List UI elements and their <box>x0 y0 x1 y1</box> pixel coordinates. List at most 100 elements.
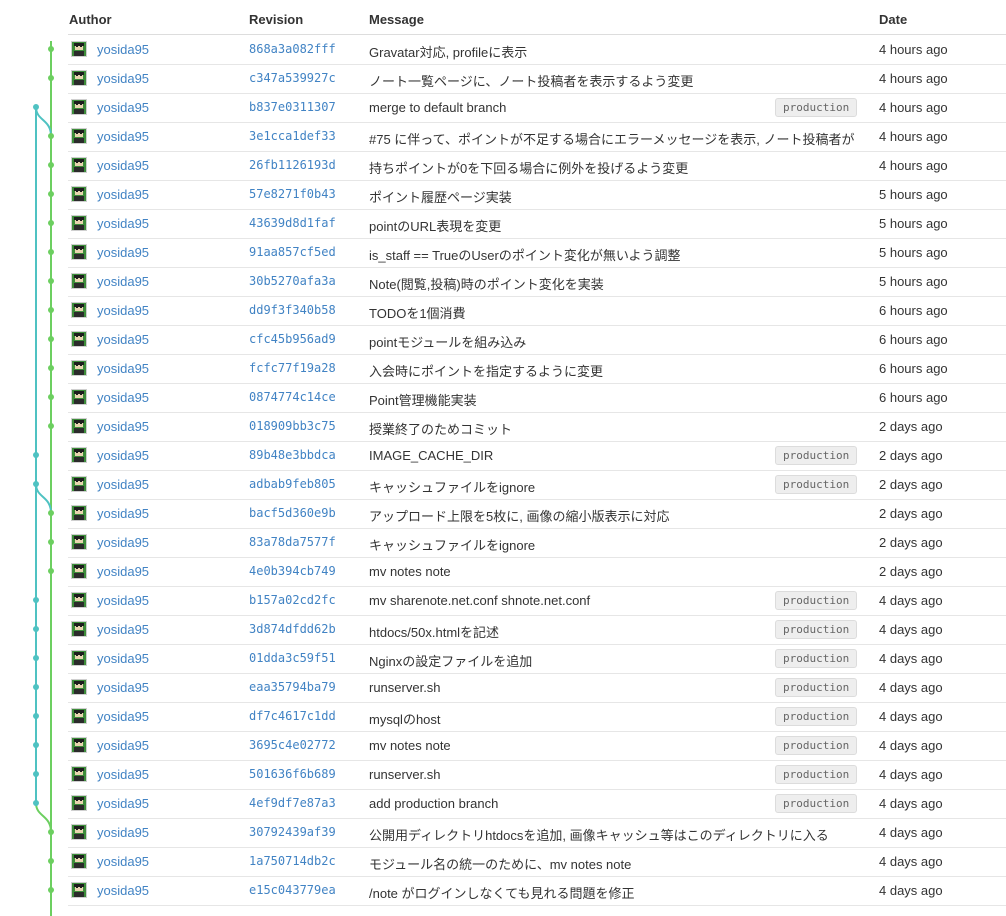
author-link[interactable]: yosida95 <box>97 622 149 637</box>
branch-tag[interactable]: production <box>775 736 858 755</box>
revision-link[interactable]: 3695c4e02772 <box>249 738 336 752</box>
author-link[interactable]: yosida95 <box>97 448 149 463</box>
author-link[interactable]: yosida95 <box>97 332 149 347</box>
branch-tag[interactable]: production <box>775 446 858 465</box>
table-row[interactable]: yosida95 01dda3c59f51 Nginxの設定ファイルを追加 produ… <box>68 644 1006 674</box>
table-row[interactable]: yosida95 1a750714db2c モジュール名の統一のために、mv not… <box>68 847 1006 877</box>
avatar[interactable] <box>71 360 87 376</box>
avatar[interactable] <box>71 708 87 724</box>
branch-tag[interactable]: production <box>775 620 858 639</box>
avatar[interactable] <box>71 244 87 260</box>
revision-link[interactable]: 01dda3c59f51 <box>249 651 336 665</box>
avatar[interactable] <box>71 621 87 637</box>
table-row[interactable]: yosida95 30b5270afa3a Note(閲覧,投稿)時のポイント変化を… <box>68 267 1006 297</box>
table-row[interactable]: yosida95 89b48e3bbdca IMAGE_CACHE_DIR produ… <box>68 441 1006 471</box>
avatar[interactable] <box>71 157 87 173</box>
author-link[interactable]: yosida95 <box>97 564 149 579</box>
avatar[interactable] <box>71 563 87 579</box>
table-row[interactable]: yosida95 43639d8d1faf pointのURL表現を変更 5 hour… <box>68 209 1006 239</box>
branch-tag[interactable]: production <box>775 794 858 813</box>
branch-tag[interactable]: production <box>775 707 858 726</box>
table-row[interactable]: yosida95 26fb1126193d 持ちポイントが0を下回る場合に例外を投げ… <box>68 151 1006 181</box>
author-link[interactable]: yosida95 <box>97 796 149 811</box>
revision-link[interactable]: 30792439af39 <box>249 825 336 839</box>
table-row[interactable]: yosida95 0874774c14ce Point管理機能実装 6 hours a… <box>68 383 1006 413</box>
table-row[interactable]: yosida95 30792439af39 公開用ディレクトリhtdocsを追加, … <box>68 818 1006 848</box>
table-row[interactable]: yosida95 dd9f3f340b58 TODOを1個消費 6 hours ago <box>68 296 1006 326</box>
author-link[interactable]: yosida95 <box>97 71 149 86</box>
avatar[interactable] <box>71 70 87 86</box>
table-row[interactable]: yosida95 fcfc77f19a28 入会時にポイントを指定するように変更 6 … <box>68 354 1006 384</box>
author-link[interactable]: yosida95 <box>97 535 149 550</box>
author-link[interactable]: yosida95 <box>97 651 149 666</box>
author-link[interactable]: yosida95 <box>97 361 149 376</box>
revision-link[interactable]: b157a02cd2fc <box>249 593 336 607</box>
table-row[interactable]: yosida95 501636f6b689 runserver.sh producti… <box>68 760 1006 790</box>
avatar[interactable] <box>71 505 87 521</box>
avatar[interactable] <box>71 824 87 840</box>
table-row[interactable]: yosida95 df7c4617c1dd mysqlのhost production… <box>68 702 1006 732</box>
avatar[interactable] <box>71 592 87 608</box>
avatar[interactable] <box>71 41 87 57</box>
branch-tag[interactable]: production <box>775 98 858 117</box>
branch-tag[interactable]: production <box>775 591 858 610</box>
table-row[interactable]: yosida95 e15c043779ea/note がログインしなくても見れる問… <box>68 876 1006 906</box>
author-link[interactable]: yosida95 <box>97 187 149 202</box>
table-row[interactable]: yosida95 91aa857cf5ed is_staff == TrueのUse… <box>68 238 1006 268</box>
author-link[interactable]: yosida95 <box>97 216 149 231</box>
revision-link[interactable]: 1a750714db2c <box>249 854 336 868</box>
revision-link[interactable]: dd9f3f340b58 <box>249 303 336 317</box>
avatar[interactable] <box>71 331 87 347</box>
revision-link[interactable]: 26fb1126193d <box>249 158 336 172</box>
revision-link[interactable]: 4e0b394cb749 <box>249 564 336 578</box>
revision-link[interactable]: 0874774c14ce <box>249 390 336 404</box>
author-link[interactable]: yosida95 <box>97 506 149 521</box>
table-row[interactable]: yosida95 868a3a082fff Gravatar対応, profileに… <box>68 35 1006 65</box>
author-link[interactable]: yosida95 <box>97 100 149 115</box>
avatar[interactable] <box>71 128 87 144</box>
table-row[interactable]: yosida95 3695c4e02772 mv notes note product… <box>68 731 1006 761</box>
table-row[interactable]: yosida95 cfc45b956ad9 pointモジュールを組み込み 6 hou… <box>68 325 1006 355</box>
table-row[interactable]: yosida95 4e0b394cb749 mv notes note 2 days … <box>68 557 1006 587</box>
revision-link[interactable]: bacf5d360e9b <box>249 506 336 520</box>
revision-link[interactable]: 57e8271f0b43 <box>249 187 336 201</box>
branch-tag[interactable]: production <box>775 475 858 494</box>
author-link[interactable]: yosida95 <box>97 158 149 173</box>
avatar[interactable] <box>71 302 87 318</box>
table-row[interactable]: yosida95 adbab9feb805 キャッシュファイルをignore prod… <box>68 470 1006 500</box>
table-row[interactable]: yosida95 c347a539927c ノート一覧ページに、ノート投稿者を表示す… <box>68 64 1006 94</box>
revision-link[interactable]: 83a78da7577f <box>249 535 336 549</box>
table-row[interactable]: yosida95 57e8271f0b43 ポイント履歴ページ実装 5 hours a… <box>68 180 1006 210</box>
avatar[interactable] <box>71 534 87 550</box>
author-link[interactable]: yosida95 <box>97 825 149 840</box>
table-row[interactable]: yosida95 018909bb3c75 授業終了のためコミット 2 days ag… <box>68 412 1006 442</box>
avatar[interactable] <box>71 186 87 202</box>
author-link[interactable]: yosida95 <box>97 767 149 782</box>
avatar[interactable] <box>71 679 87 695</box>
author-link[interactable]: yosida95 <box>97 129 149 144</box>
revision-link[interactable]: 868a3a082fff <box>249 42 336 56</box>
author-link[interactable]: yosida95 <box>97 854 149 869</box>
avatar[interactable] <box>71 99 87 115</box>
revision-link[interactable]: 4ef9df7e87a3 <box>249 796 336 810</box>
avatar[interactable] <box>71 215 87 231</box>
author-link[interactable]: yosida95 <box>97 477 149 492</box>
avatar[interactable] <box>71 737 87 753</box>
author-link[interactable]: yosida95 <box>97 680 149 695</box>
revision-link[interactable]: 43639d8d1faf <box>249 216 336 230</box>
author-link[interactable]: yosida95 <box>97 274 149 289</box>
avatar[interactable] <box>71 795 87 811</box>
author-link[interactable]: yosida95 <box>97 883 149 898</box>
author-link[interactable]: yosida95 <box>97 738 149 753</box>
revision-link[interactable]: cfc45b956ad9 <box>249 332 336 346</box>
branch-tag[interactable]: production <box>775 765 858 784</box>
author-link[interactable]: yosida95 <box>97 593 149 608</box>
revision-link[interactable]: adbab9feb805 <box>249 477 336 491</box>
revision-link[interactable]: 018909bb3c75 <box>249 419 336 433</box>
revision-link[interactable]: fcfc77f19a28 <box>249 361 336 375</box>
table-row[interactable]: yosida95 4ef9df7e87a3 add production branc… <box>68 789 1006 819</box>
table-row[interactable]: yosida95 3d874dfdd62b htdocs/50x.htmlを記述 pr… <box>68 615 1006 645</box>
revision-link[interactable]: 91aa857cf5ed <box>249 245 336 259</box>
revision-link[interactable]: 30b5270afa3a <box>249 274 336 288</box>
table-row[interactable]: yosida95 bacf5d360e9b アップロード上限を5枚に, 画像の縮小版… <box>68 499 1006 529</box>
